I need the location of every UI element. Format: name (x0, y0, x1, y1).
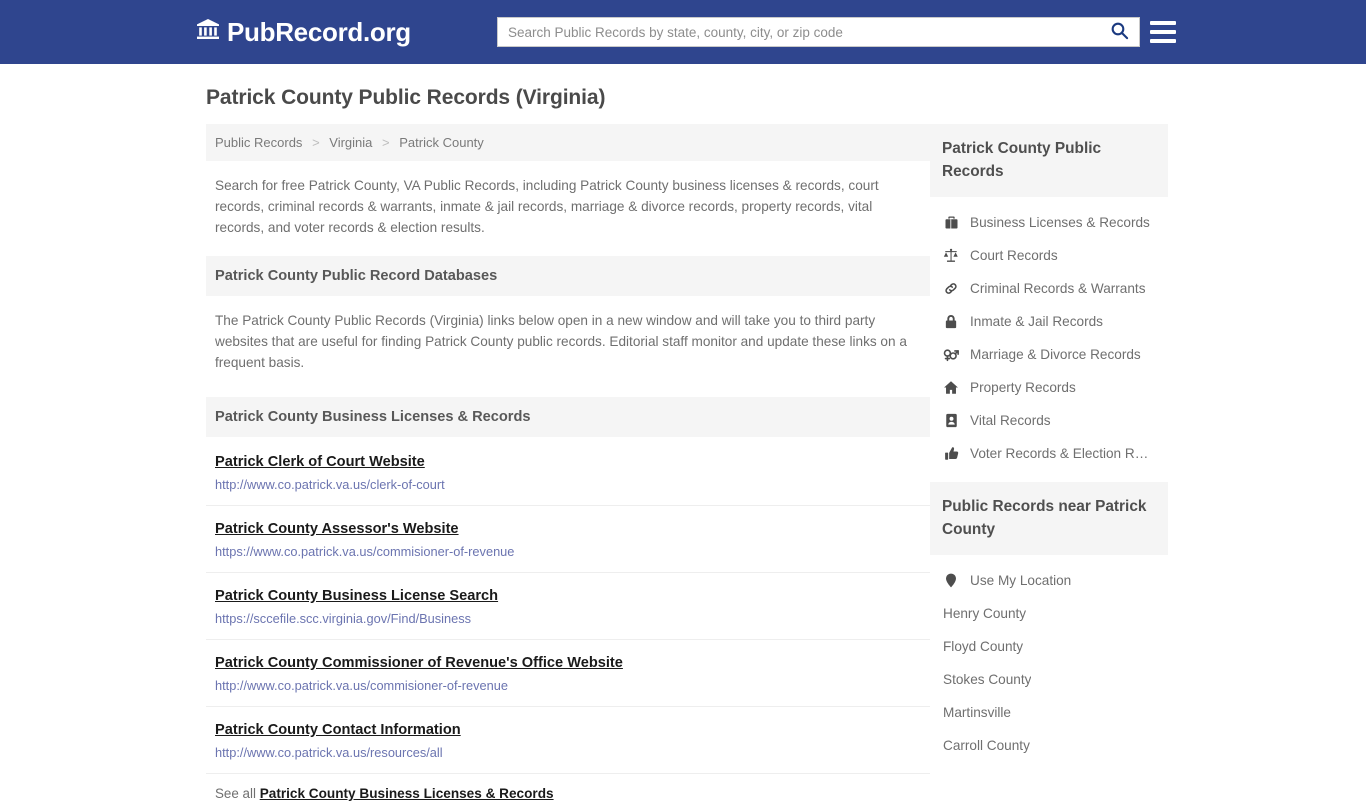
sidebar-item-criminal-records[interactable]: Criminal Records & Warrants (930, 272, 1168, 305)
bank-icon (196, 17, 220, 48)
record-link-title[interactable]: Patrick County Contact Information (215, 722, 461, 738)
main-column: Public Records > Virginia > Patrick Coun… (198, 124, 930, 811)
sidebar-item-vital-records[interactable]: Vital Records (930, 404, 1168, 437)
sidebar: Patrick County Public Records Business L… (930, 124, 1168, 762)
sidebar-item-label: Carroll County (943, 738, 1030, 753)
breadcrumb-separator: > (382, 135, 390, 150)
sidebar-item-stokes-county[interactable]: Stokes County (930, 663, 1168, 696)
sidebar-near-list: Use My Location Henry County Floyd Count… (930, 564, 1168, 762)
id-badge-icon (943, 413, 959, 428)
lock-icon (943, 314, 959, 329)
briefcase-icon (943, 215, 959, 230)
sidebar-item-court-records[interactable]: Court Records (930, 239, 1168, 272)
sidebar-item-henry-county[interactable]: Henry County (930, 597, 1168, 630)
record-link-title[interactable]: Patrick County Assessor's Website (215, 521, 459, 537)
section-heading-business-licenses: Patrick County Business Licenses & Recor… (206, 397, 930, 437)
sidebar-item-voter-records[interactable]: Voter Records & Election R… (930, 437, 1168, 470)
breadcrumb-item-public-records[interactable]: Public Records (215, 135, 302, 150)
sidebar-item-floyd-county[interactable]: Floyd County (930, 630, 1168, 663)
see-all-row: See all Patrick County Business Licenses… (206, 774, 930, 811)
sidebar-item-label: Voter Records & Election R… (970, 446, 1149, 461)
sidebar-item-business-licenses[interactable]: Business Licenses & Records (930, 206, 1168, 239)
list-item: Patrick County Business License Search h… (206, 573, 930, 640)
hamburger-menu-icon[interactable] (1150, 21, 1176, 43)
sidebar-heading-records: Patrick County Public Records (930, 124, 1168, 197)
sidebar-item-label: Henry County (943, 606, 1027, 621)
list-item: Patrick County Commissioner of Revenue's… (206, 640, 930, 707)
record-link-url[interactable]: http://www.co.patrick.va.us/commisioner-… (215, 678, 921, 693)
sidebar-item-inmate-jail-records[interactable]: Inmate & Jail Records (930, 305, 1168, 338)
record-link-url[interactable]: https://www.co.patrick.va.us/commisioner… (215, 544, 921, 559)
sidebar-item-label: Use My Location (970, 573, 1072, 588)
sidebar-item-martinsville[interactable]: Martinsville (930, 696, 1168, 729)
sidebar-item-carroll-county[interactable]: Carroll County (930, 729, 1168, 762)
breadcrumb: Public Records > Virginia > Patrick Coun… (206, 124, 930, 161)
chain-link-icon (943, 281, 959, 296)
sidebar-item-label: Vital Records (970, 413, 1051, 428)
databases-paragraph: The Patrick County Public Records (Virgi… (215, 313, 907, 370)
sidebar-item-label: Criminal Records & Warrants (970, 281, 1146, 296)
list-item: Patrick County Contact Information http:… (206, 707, 930, 774)
sidebar-records-list: Business Licenses & Records Court Record… (930, 206, 1168, 470)
record-link-url[interactable]: http://www.co.patrick.va.us/clerk-of-cou… (215, 477, 921, 492)
home-icon (943, 380, 959, 395)
record-link-title[interactable]: Patrick Clerk of Court Website (215, 454, 425, 470)
see-all-prefix: See all (215, 786, 256, 801)
map-pin-icon (943, 573, 959, 588)
venus-mars-icon (943, 347, 959, 362)
intro-paragraph: Search for free Patrick County, VA Publi… (215, 178, 879, 235)
sidebar-item-property-records[interactable]: Property Records (930, 371, 1168, 404)
section-heading-databases: Patrick County Public Record Databases (206, 256, 930, 296)
sidebar-item-label: Business Licenses & Records (970, 215, 1150, 230)
site-logo[interactable]: PubRecord.org (196, 17, 411, 48)
sidebar-item-label: Stokes County (943, 672, 1032, 687)
breadcrumb-item-virginia[interactable]: Virginia (329, 135, 372, 150)
search-bar[interactable] (497, 17, 1140, 47)
thumbs-up-icon (943, 446, 959, 461)
sidebar-item-use-my-location[interactable]: Use My Location (930, 564, 1168, 597)
page-container: Patrick County Public Records (Virginia)… (198, 64, 1168, 811)
record-link-title[interactable]: Patrick County Commissioner of Revenue's… (215, 655, 623, 671)
sidebar-item-label: Floyd County (943, 639, 1024, 654)
record-link-url[interactable]: https://sccefile.scc.virginia.gov/Find/B… (215, 611, 921, 626)
sidebar-item-marriage-divorce-records[interactable]: Marriage & Divorce Records (930, 338, 1168, 371)
search-button[interactable] (1106, 18, 1139, 46)
page-title: Patrick County Public Records (Virginia) (206, 86, 606, 109)
balance-scale-icon (943, 248, 959, 263)
breadcrumb-separator: > (312, 135, 320, 150)
business-links-list: Patrick Clerk of Court Website http://ww… (206, 437, 930, 774)
search-icon (1110, 21, 1129, 43)
sidebar-item-label: Martinsville (943, 705, 1011, 720)
content-columns: Public Records > Virginia > Patrick Coun… (198, 124, 1168, 811)
search-input[interactable] (498, 18, 1106, 46)
sidebar-item-label: Court Records (970, 248, 1058, 263)
see-all-link[interactable]: Patrick County Business Licenses & Recor… (260, 786, 554, 801)
site-header: PubRecord.org (0, 0, 1366, 64)
list-item: Patrick County Assessor's Website https:… (206, 506, 930, 573)
record-link-title[interactable]: Patrick County Business License Search (215, 588, 498, 604)
breadcrumb-item-patrick-county[interactable]: Patrick County (399, 135, 484, 150)
record-link-url[interactable]: http://www.co.patrick.va.us/resources/al… (215, 745, 921, 760)
sidebar-item-label: Property Records (970, 380, 1076, 395)
list-item: Patrick Clerk of Court Website http://ww… (206, 437, 930, 506)
sidebar-item-label: Inmate & Jail Records (970, 314, 1103, 329)
site-logo-text: PubRecord.org (227, 16, 411, 47)
sidebar-heading-near: Public Records near Patrick County (930, 482, 1168, 555)
sidebar-item-label: Marriage & Divorce Records (970, 347, 1141, 362)
